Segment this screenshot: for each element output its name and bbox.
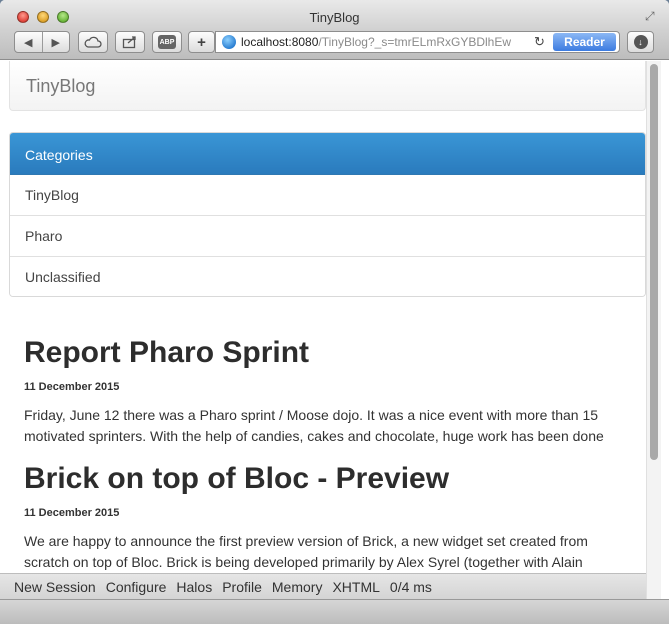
cloud-icon	[84, 36, 102, 48]
share-button[interactable]	[115, 31, 145, 53]
scrollbar-thumb[interactable]	[650, 64, 658, 460]
xhtml-link[interactable]: XHTML	[332, 579, 379, 595]
page-content: TinyBlog Categories TinyBlog Pharo Uncla…	[0, 61, 669, 599]
new-session-link[interactable]: New Session	[14, 579, 96, 595]
globe-icon	[222, 35, 236, 49]
icloud-tabs-button[interactable]	[78, 31, 108, 53]
address-bar[interactable]: localhost:8080/TinyBlog?_s=tmrELmRxGYBDl…	[215, 31, 620, 53]
categories-heading: Categories	[10, 133, 645, 175]
share-icon	[122, 36, 136, 49]
category-item-tinyblog[interactable]: TinyBlog	[10, 175, 645, 216]
download-icon: ↓	[633, 35, 648, 49]
render-time: 0/4 ms	[389, 578, 432, 595]
adblock-icon: ABP	[158, 35, 176, 49]
adblock-button[interactable]: ABP	[152, 31, 182, 53]
url-host: localhost:8080	[241, 35, 319, 49]
category-item-pharo[interactable]: Pharo	[10, 216, 645, 257]
downloads-button[interactable]: ↓	[627, 31, 654, 53]
status-bar	[0, 599, 669, 624]
title-bar: TinyBlog ⤢ ◀ ▶ ABP + localhost:8080/Tiny…	[0, 0, 669, 60]
url-text[interactable]: localhost:8080/TinyBlog?_s=tmrELmRxGYBDl…	[241, 35, 511, 49]
back-button[interactable]: ◀	[15, 32, 42, 52]
category-item-unclassified[interactable]: Unclassified	[10, 257, 645, 296]
back-arrow-icon: ◀	[24, 36, 33, 49]
seaside-toolbar: New Session Configure Halos Profile Memo…	[0, 573, 646, 599]
reload-icon[interactable]: ↻	[534, 34, 545, 50]
post-date: 11 December 2015	[24, 381, 120, 393]
site-navbar: TinyBlog	[9, 61, 646, 111]
post-title: Brick on top of Bloc - Preview	[24, 462, 450, 495]
categories-panel: Categories TinyBlog Pharo Unclassified	[9, 132, 646, 297]
back-forward-group: ◀ ▶	[14, 31, 70, 53]
browser-window: TinyBlog ⤢ ◀ ▶ ABP + localhost:8080/Tiny…	[0, 0, 669, 624]
plus-icon: +	[197, 33, 206, 51]
window-title: TinyBlog	[309, 10, 360, 25]
forward-arrow-icon: ▶	[51, 36, 60, 49]
post-body: We are happy to announce the first previ…	[24, 533, 588, 570]
forward-button[interactable]: ▶	[43, 32, 70, 52]
blog-post: Brick on top of Bloc - Preview 11 Decemb…	[24, 463, 624, 573]
url-path: /TinyBlog?_s=tmrELmRxGYBDlhEw	[318, 35, 512, 49]
blog-post: Report Pharo Sprint 11 December 2015 Fri…	[24, 337, 624, 447]
site-brand[interactable]: TinyBlog	[26, 76, 95, 97]
reader-button[interactable]: Reader	[553, 33, 616, 51]
post-body: Friday, June 12 there was a Pharo sprint…	[24, 407, 604, 444]
memory-link[interactable]: Memory	[272, 579, 323, 595]
configure-link[interactable]: Configure	[106, 579, 167, 595]
post-title: Report Pharo Sprint	[24, 336, 310, 369]
fullscreen-icon[interactable]: ⤢	[645, 9, 659, 23]
new-tab-button[interactable]: +	[188, 31, 215, 53]
post-date: 11 December 2015	[24, 507, 120, 519]
profile-link[interactable]: Profile	[222, 579, 262, 595]
halos-link[interactable]: Halos	[176, 579, 212, 595]
